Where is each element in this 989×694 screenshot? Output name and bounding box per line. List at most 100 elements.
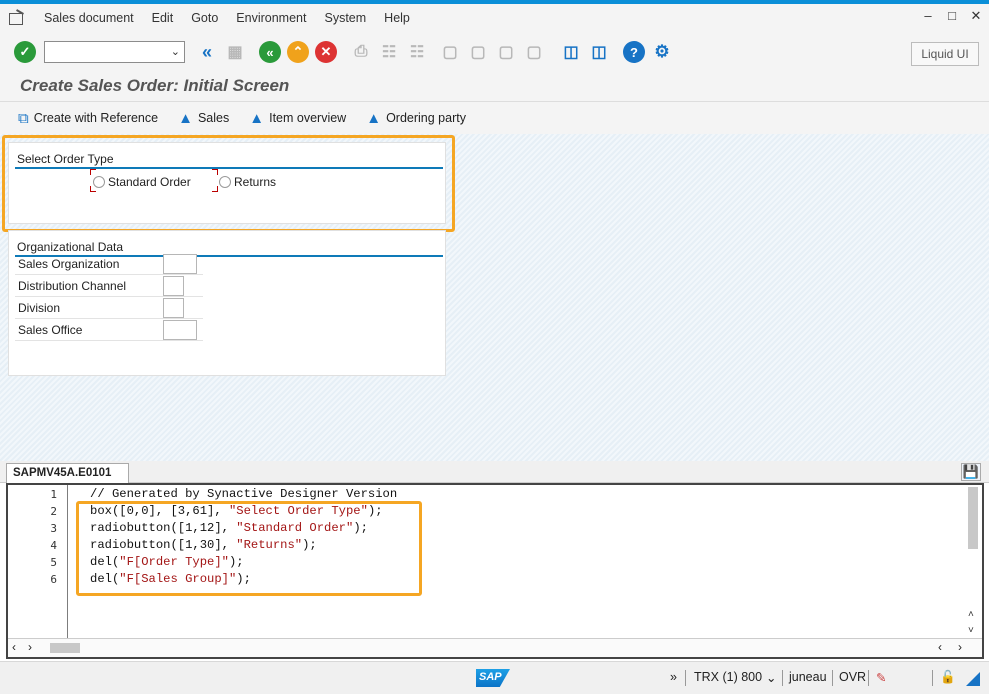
- enter-icon[interactable]: ✓: [14, 41, 36, 63]
- new-session-icon[interactable]: ◫: [560, 41, 582, 63]
- line-number: 3: [50, 522, 57, 535]
- scroll-thumb[interactable]: [968, 487, 978, 549]
- sales-organization-row: Sales Organization: [15, 253, 203, 275]
- menu-system[interactable]: System: [315, 11, 375, 25]
- line-number: 2: [50, 505, 57, 518]
- insert-mode: OVR: [839, 670, 867, 684]
- organizational-data-title: Organizational Data: [17, 240, 124, 254]
- scroll-right-icon[interactable]: ›: [28, 640, 32, 654]
- status-expand-icon[interactable]: »: [670, 670, 677, 684]
- ordering-party-label: Ordering party: [386, 111, 466, 125]
- sales-organization-input[interactable]: [163, 253, 197, 274]
- settings-gear-icon[interactable]: ⚙: [651, 41, 673, 63]
- line-number: 5: [50, 556, 57, 569]
- scroll-down-icon[interactable]: ˅: [968, 625, 974, 636]
- resize-grip-icon[interactable]: [966, 672, 980, 686]
- lock-icon[interactable]: 🔓: [940, 670, 956, 685]
- line-number: 4: [50, 539, 57, 552]
- sales-label: Sales: [197, 111, 230, 125]
- help-icon[interactable]: ?: [623, 41, 645, 63]
- scroll-left-icon[interactable]: ‹: [12, 640, 16, 654]
- sales-office-input[interactable]: [163, 319, 197, 340]
- application-toolbar: ⧉ Create with Reference ▲ Sales ▲ Item o…: [0, 102, 989, 134]
- print-icon[interactable]: ⎙: [350, 41, 372, 63]
- editor-tab-strip: SAPMV45A.E0101 💾: [0, 461, 989, 483]
- liquid-ui-button[interactable]: Liquid UI: [911, 42, 979, 66]
- app-menu-icon[interactable]: [9, 11, 27, 25]
- code-highlight-frame: [76, 501, 422, 596]
- previous-page-icon[interactable]: ▢: [467, 41, 489, 63]
- save-script-icon[interactable]: 💾: [961, 463, 981, 481]
- division-input[interactable]: [163, 297, 184, 318]
- line-number-gutter: 1 2 3 4 5 6: [8, 485, 68, 640]
- division-row: Division: [15, 297, 203, 319]
- menu-environment[interactable]: Environment: [227, 11, 315, 25]
- highlight-frame: [2, 135, 455, 232]
- sales-office-label: Sales Office: [18, 322, 83, 337]
- cancel-icon[interactable]: ✕: [315, 41, 337, 63]
- status-bar: SAP » TRX (1) 800 ⌄ juneau OVR ✎ 🔓: [0, 661, 989, 694]
- scroll-up-icon[interactable]: ˄: [968, 609, 974, 620]
- tab-script[interactable]: SAPMV45A.E0101: [6, 463, 129, 483]
- find-next-icon[interactable]: ☷: [406, 41, 428, 63]
- code-line-comment: // Generated by Synactive Designer Versi…: [90, 487, 398, 501]
- sales-button[interactable]: ▲ Sales: [178, 110, 229, 127]
- status-separator: [832, 670, 833, 686]
- item-overview-label: Item overview: [269, 111, 347, 125]
- distribution-channel-label: Distribution Channel: [18, 278, 127, 293]
- chevron-down-icon[interactable]: ⌄: [171, 45, 180, 58]
- scroll-right-icon[interactable]: ›: [958, 640, 962, 654]
- item-overview-button[interactable]: ▲ Item overview: [249, 110, 346, 127]
- vertical-scrollbar[interactable]: ˄ ˅: [968, 487, 978, 637]
- scroll-left-icon[interactable]: ‹: [938, 640, 942, 654]
- sap-logo: SAP: [476, 669, 510, 687]
- division-label: Division: [18, 300, 61, 315]
- status-separator: [685, 670, 686, 686]
- command-field[interactable]: ⌄: [44, 41, 185, 63]
- minimize-icon[interactable]: –: [921, 8, 935, 24]
- screen-canvas: Select Order Type Standard Order Returns…: [0, 134, 989, 461]
- status-separator: [868, 670, 869, 686]
- menu-goto[interactable]: Goto: [182, 11, 227, 25]
- system-toolbar: ✓ ⌄ « ▦ « ⌃ ✕ ⎙ ☷ ☷ ▢ ▢ ▢ ▢ ◫ ◫ ? ⚙: [0, 32, 989, 72]
- menu-help[interactable]: Help: [375, 11, 419, 25]
- create-with-reference-button[interactable]: ⧉ Create with Reference: [18, 110, 158, 127]
- server-name: juneau: [789, 670, 827, 684]
- mountain-icon: ▲: [249, 109, 265, 127]
- line-number: 6: [50, 573, 57, 586]
- mountain-icon: ▲: [366, 109, 382, 127]
- last-page-icon[interactable]: ▢: [523, 41, 545, 63]
- save-icon[interactable]: ▦: [224, 41, 246, 63]
- first-page-icon[interactable]: ▢: [439, 41, 461, 63]
- sales-office-row: Sales Office: [15, 319, 203, 341]
- transaction-dropdown-icon[interactable]: ⌄: [766, 670, 776, 685]
- exit-icon[interactable]: ⌃: [287, 41, 309, 63]
- distribution-channel-row: Distribution Channel: [15, 275, 203, 297]
- line-number: 1: [50, 488, 57, 501]
- hscroll-thumb[interactable]: [50, 643, 80, 653]
- create-with-reference-label: Create with Reference: [33, 111, 159, 125]
- status-separator: [782, 670, 783, 686]
- title-bar: Create Sales Order: Initial Screen: [0, 72, 989, 102]
- back-icon[interactable]: «: [259, 41, 281, 63]
- window-controls: – □ ✕: [921, 8, 983, 24]
- horizontal-scrollbar[interactable]: ‹ › ‹ ›: [8, 638, 982, 657]
- pencil-icon: ✎: [876, 671, 887, 685]
- close-icon[interactable]: ✕: [969, 8, 983, 24]
- mountain-icon: ▲: [178, 109, 193, 127]
- shortcut-icon[interactable]: ◫: [588, 41, 610, 63]
- double-left-icon[interactable]: «: [196, 41, 218, 63]
- menu-bar: Sales document Edit Goto Environment Sys…: [0, 4, 989, 32]
- menu-edit[interactable]: Edit: [143, 11, 183, 25]
- transaction-info: TRX (1) 800: [694, 670, 763, 684]
- distribution-channel-input[interactable]: [163, 275, 184, 296]
- sales-organization-label: Sales Organization: [18, 256, 120, 271]
- menu-sales-document[interactable]: Sales document: [35, 11, 143, 25]
- ordering-party-button[interactable]: ▲ Ordering party: [366, 110, 466, 127]
- copy-document-icon: ⧉: [18, 109, 29, 127]
- status-separator: [932, 670, 933, 686]
- maximize-icon[interactable]: □: [945, 8, 959, 24]
- next-page-icon[interactable]: ▢: [495, 41, 517, 63]
- script-editor[interactable]: 1 2 3 4 5 6 // Generated by Synactive De…: [6, 483, 984, 659]
- find-icon[interactable]: ☷: [378, 41, 400, 63]
